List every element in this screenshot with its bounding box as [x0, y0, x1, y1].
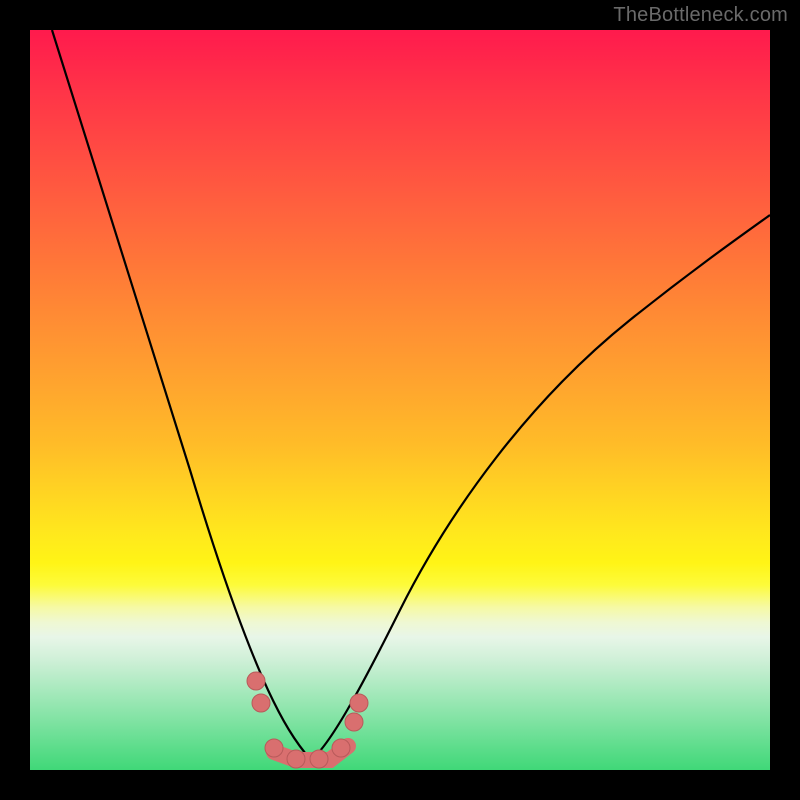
marker-point [350, 694, 368, 712]
marker-point [252, 694, 270, 712]
marker-point [345, 713, 363, 731]
marker-point [287, 750, 305, 768]
plot-area [30, 30, 770, 770]
chart-frame: TheBottleneck.com [0, 0, 800, 800]
watermark-text: TheBottleneck.com [613, 4, 788, 27]
left-curve [52, 30, 311, 760]
marker-point [247, 672, 265, 690]
right-curve [311, 215, 770, 760]
curves-svg [30, 30, 770, 770]
marker-point [310, 750, 328, 768]
marker-point [265, 739, 283, 757]
marker-point [332, 739, 350, 757]
